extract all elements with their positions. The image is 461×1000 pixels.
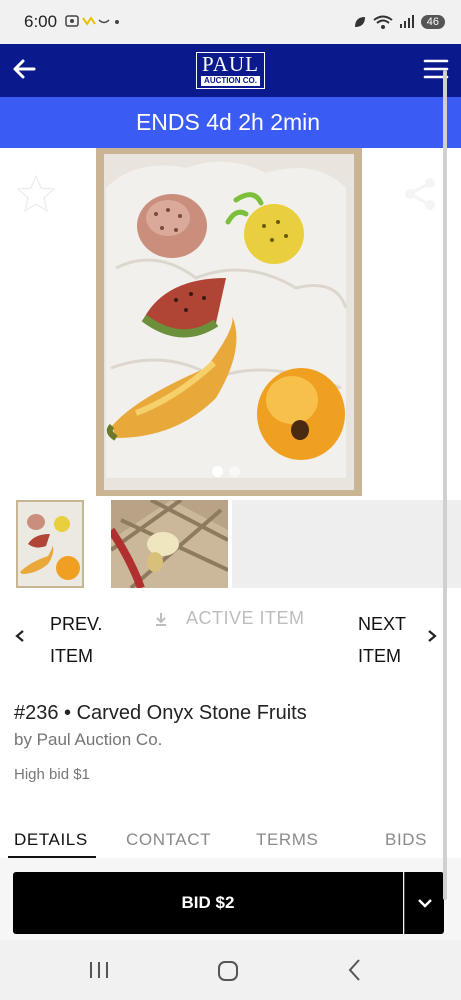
auction-ends-banner: ENDS 4d 2h 2min (0, 97, 461, 148)
high-bid: High bid $1 (14, 766, 90, 783)
app-header: PAUL AUCTION CO. (0, 44, 461, 97)
pagination-dot[interactable] (229, 466, 240, 477)
status-notification-icons (65, 13, 121, 32)
back-button[interactable] (10, 54, 40, 84)
tab-bids[interactable]: BIDS (385, 830, 427, 850)
arrow-left-icon (13, 59, 36, 79)
thumbnail-2[interactable] (111, 500, 228, 588)
share-button[interactable] (400, 174, 440, 214)
pagination-dot-active[interactable] (212, 466, 223, 477)
signal-icon (399, 15, 414, 28)
back-chevron-icon (348, 959, 360, 981)
item-title: #236 • Carved Onyx Stone Fruits (14, 702, 307, 724)
main-item-photo[interactable] (96, 148, 362, 496)
battery-indicator: 46 (420, 15, 445, 29)
favorite-button[interactable] (14, 172, 58, 216)
next-item-button[interactable]: NEXT ITEM (350, 600, 450, 670)
next-label-line1: NEXT (358, 614, 407, 634)
leaf-icon (354, 17, 365, 27)
image-gallery[interactable] (0, 148, 461, 498)
chevron-right-icon (426, 627, 438, 648)
wifi-icon (373, 15, 393, 29)
item-navigation: PREV. ITEM ACTIVE ITEM NEXT ITEM (0, 600, 461, 670)
prev-label-line2: ITEM (50, 646, 93, 666)
recent-apps-button[interactable] (88, 960, 110, 985)
chevron-down-icon (417, 899, 432, 908)
active-item-indicator: ACTIVE ITEM (154, 608, 305, 629)
logo-title: PAUL (202, 52, 259, 76)
recent-apps-icon (90, 962, 108, 978)
chevron-left-icon (14, 627, 26, 648)
status-time: 6:00 (24, 12, 58, 31)
tab-details[interactable]: DETAILS (14, 830, 88, 850)
detail-tabs: DETAILS CONTACT TERMS BIDS (0, 820, 461, 858)
bid-button[interactable]: BID $2 (13, 872, 403, 934)
bid-options-button[interactable] (404, 872, 444, 934)
gallery-pagination (212, 466, 240, 477)
android-navigation-bar (0, 940, 461, 1000)
status-bar: 6:00 46 (0, 0, 461, 44)
tab-terms[interactable]: TERMS (256, 830, 319, 850)
prev-label-line1: PREV. (50, 614, 103, 634)
item-seller[interactable]: by Paul Auction Co. (14, 730, 162, 750)
thumbnail-1[interactable] (16, 500, 84, 588)
active-item-label: ACTIVE ITEM (186, 608, 305, 628)
home-icon (218, 961, 238, 981)
star-icon (16, 174, 56, 213)
logo-subtitle: AUCTION CO. (201, 76, 260, 86)
scrollbar[interactable] (443, 70, 447, 900)
home-button[interactable] (217, 960, 239, 987)
download-icon (156, 612, 166, 626)
paul-auction-logo[interactable]: PAUL AUCTION CO. (196, 52, 265, 89)
system-back-button[interactable] (346, 958, 364, 987)
share-icon (405, 178, 435, 210)
thumbnail-strip (0, 498, 461, 590)
prev-item-button[interactable]: PREV. ITEM (10, 600, 120, 670)
next-label-line2: ITEM (358, 646, 401, 666)
ends-countdown: ENDS 4d 2h 2min (135, 109, 321, 135)
thumbnail-placeholder (232, 500, 461, 588)
tab-contact[interactable]: CONTACT (126, 830, 211, 850)
